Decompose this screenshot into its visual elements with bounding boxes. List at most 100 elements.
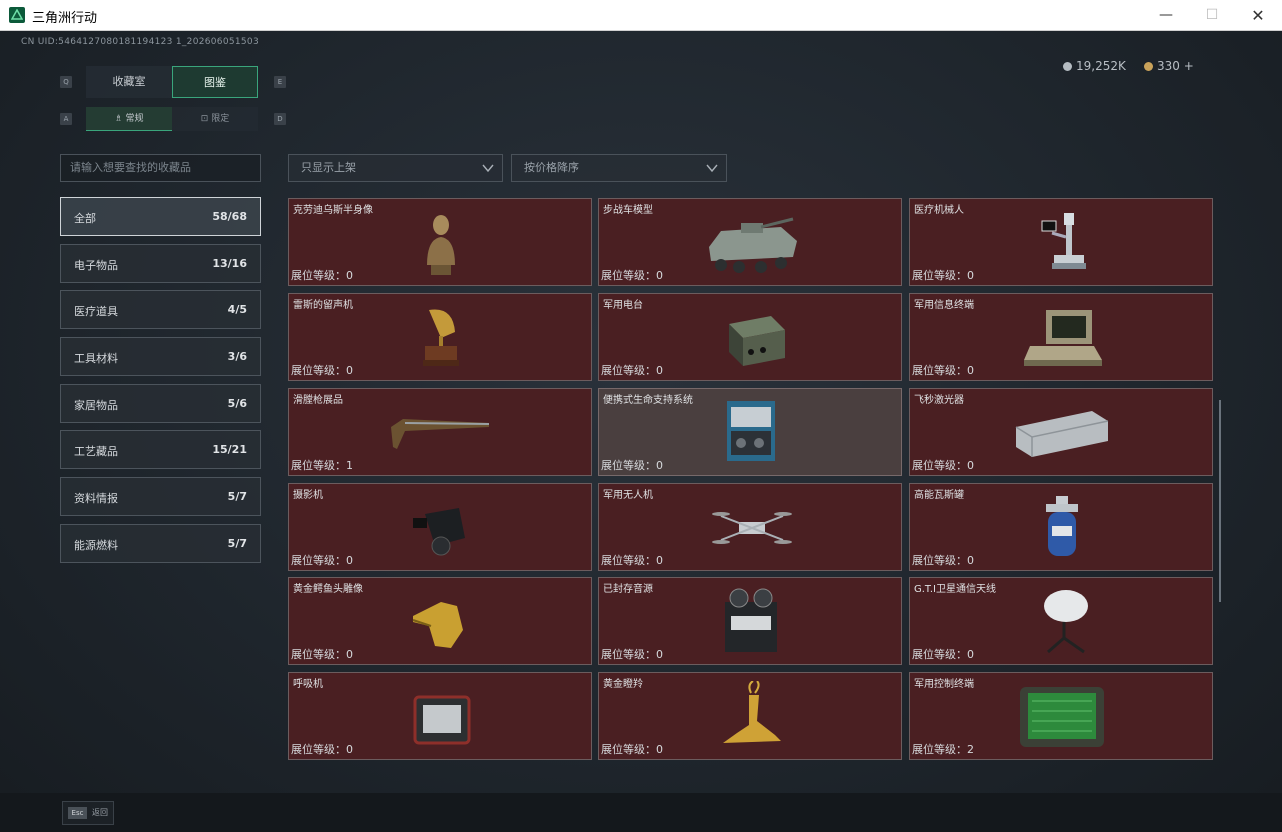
camera-icon [413, 508, 465, 556]
item-name: 摄影机 [293, 490, 323, 501]
search-input[interactable]: 请输入想要查找的收藏品 [60, 154, 261, 182]
category-name: 家居物品 [74, 399, 118, 412]
item-name: 黄金瞪羚 [603, 679, 643, 690]
musket-icon [391, 419, 490, 449]
item-card[interactable]: 军用无人机 展位等级：0 [598, 483, 902, 571]
item-card[interactable]: 摄影机 展位等级：0 [288, 483, 592, 571]
item-card[interactable]: 雷斯的留声机 展位等级：0 [288, 293, 592, 381]
subtab-regular-label: 常规 [125, 114, 144, 124]
item-level: 展位等级：0 [912, 364, 974, 377]
category-name: 全部 [74, 212, 96, 225]
currency-silver-value: 19,252K [1076, 59, 1126, 73]
item-card[interactable]: 克劳迪乌斯半身像 展位等级：0 [288, 198, 592, 286]
item-card[interactable]: 滑膛枪展品 展位等级：1 [288, 388, 592, 476]
category-medical[interactable]: 医疗道具 4/5 [60, 290, 261, 329]
gas-tank-icon [1046, 496, 1078, 556]
category-crafts[interactable]: 工艺藏品 15/21 [60, 430, 261, 469]
laser-icon [1015, 411, 1109, 457]
item-name: 已封存音源 [603, 584, 653, 595]
item-card[interactable]: 军用信息终端 展位等级：0 [909, 293, 1213, 381]
category-count: 15/21 [212, 443, 247, 456]
maximize-button[interactable]: ☐ [1189, 0, 1235, 31]
app-logo-icon [9, 7, 25, 23]
item-name: 飞秒激光器 [914, 395, 964, 406]
category-tools[interactable]: 工具材料 3/6 [60, 337, 261, 376]
category-name: 电子物品 [74, 259, 118, 272]
item-name: 滑膛枪展品 [293, 395, 343, 406]
item-card[interactable]: 黄金鳄鱼头雕像 展位等级：0 [288, 577, 592, 665]
subtab-limited[interactable]: ⊡ 限定 [172, 107, 258, 131]
item-card[interactable]: 医疗机械人 展位等级：0 [909, 198, 1213, 286]
tab-collection-room[interactable]: 收藏室 [86, 66, 172, 98]
satellite-dish-icon [1044, 590, 1088, 654]
category-count: 5/7 [227, 537, 247, 550]
item-card[interactable]: 高能瓦斯罐 展位等级：0 [909, 483, 1213, 571]
currency-gold[interactable]: 330 + [1144, 59, 1194, 73]
item-card[interactable]: 军用电台 展位等级：0 [598, 293, 902, 381]
item-card[interactable]: 飞秒激光器 展位等级：0 [909, 388, 1213, 476]
category-household[interactable]: 家居物品 5/6 [60, 384, 261, 423]
grid-scrollbar[interactable] [1219, 400, 1221, 602]
window-title: 三角洲行动 [32, 11, 98, 26]
key-hint-q: Q [60, 76, 72, 88]
item-card[interactable]: 黄金瞪羚 展位等级：0 [598, 672, 902, 760]
silver-coin-icon [1063, 62, 1072, 71]
tape-recorder-icon [725, 588, 777, 652]
bust-icon [427, 215, 455, 275]
item-name: 军用无人机 [603, 490, 653, 501]
category-name: 资料情报 [74, 492, 118, 505]
radio-icon [729, 316, 785, 366]
bottom-bar [0, 793, 1282, 832]
category-count: 5/6 [227, 397, 247, 410]
item-card[interactable]: 军用控制终端 展位等级：2 [909, 672, 1213, 760]
chevron-down-icon [706, 164, 718, 173]
category-intel[interactable]: 资料情报 5/7 [60, 477, 261, 516]
chevron-down-icon [482, 164, 494, 173]
shelf-filter-dropdown[interactable]: 只显示上架 [288, 154, 503, 182]
back-button[interactable]: Esc 返回 [62, 801, 114, 825]
item-card[interactable]: 步战车模型 展位等级：0 [598, 198, 902, 286]
drone-icon [712, 512, 792, 544]
terminal-icon [1024, 310, 1102, 366]
category-energy[interactable]: 能源燃料 5/7 [60, 524, 261, 563]
category-all[interactable]: 全部 58/68 [60, 197, 261, 236]
item-card[interactable]: 便携式生命支持系统 展位等级：0 [598, 388, 902, 476]
tab-catalog[interactable]: 图鉴 [172, 66, 258, 98]
item-level: 展位等级：0 [291, 743, 353, 756]
item-level: 展位等级：0 [912, 459, 974, 472]
minimize-button[interactable]: — [1143, 0, 1189, 31]
key-hint-a: A [60, 113, 72, 125]
item-name: G.T.I卫星通信天线 [914, 584, 996, 595]
item-name: 便携式生命支持系统 [603, 395, 693, 406]
ventilator-icon [413, 695, 471, 745]
item-card[interactable]: 呼吸机 展位等级：0 [288, 672, 592, 760]
category-name: 工具材料 [74, 352, 118, 365]
item-name: 高能瓦斯罐 [914, 490, 964, 501]
gramophone-icon [423, 309, 459, 366]
key-hint-d: D [274, 113, 286, 125]
item-name: 军用控制终端 [914, 679, 974, 690]
item-card[interactable]: 已封存音源 展位等级：0 [598, 577, 902, 665]
category-electronics[interactable]: 电子物品 13/16 [60, 244, 261, 283]
item-level: 展位等级：1 [291, 459, 353, 472]
item-level: 展位等级：0 [291, 364, 353, 377]
item-card[interactable]: G.T.I卫星通信天线 展位等级：0 [909, 577, 1213, 665]
ifv-model-icon [709, 217, 797, 273]
category-count: 4/5 [227, 303, 247, 316]
window-titlebar: 三角洲行动 — ☐ ✕ [0, 0, 1282, 31]
close-button[interactable]: ✕ [1235, 0, 1281, 31]
game-view: CN UID:5464127080181194123 1_20260605150… [0, 31, 1282, 832]
item-level: 展位等级：0 [601, 459, 663, 472]
shelf-filter-label: 只显示上架 [301, 161, 356, 174]
item-level: 展位等级：0 [601, 743, 663, 756]
sort-label: 按价格降序 [524, 161, 579, 174]
currency-silver: 19,252K [1063, 59, 1126, 73]
key-hint-e: E [274, 76, 286, 88]
sort-dropdown[interactable]: 按价格降序 [511, 154, 727, 182]
item-name: 医疗机械人 [914, 205, 964, 216]
subtab-regular[interactable]: ♗ 常规 [86, 107, 172, 131]
limited-icon: ⊡ [200, 114, 212, 124]
item-level: 展位等级：0 [601, 364, 663, 377]
item-name: 军用信息终端 [914, 300, 974, 311]
item-name: 军用电台 [603, 300, 643, 311]
